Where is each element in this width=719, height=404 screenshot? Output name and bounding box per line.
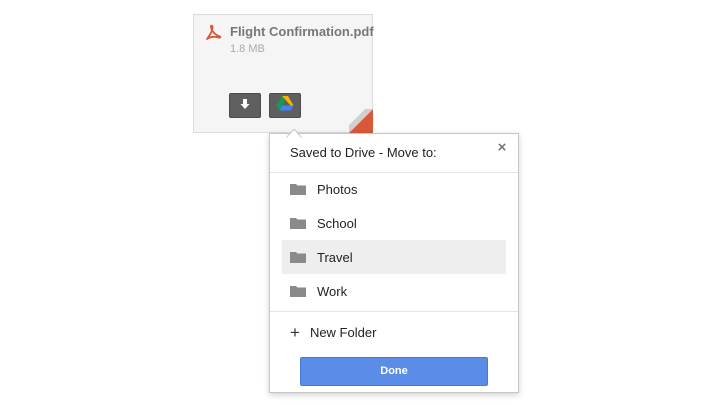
page-fold-corner xyxy=(349,109,373,133)
folder-item-photos[interactable]: Photos xyxy=(282,172,506,206)
done-button[interactable]: Done xyxy=(300,357,488,386)
pdf-icon xyxy=(204,24,222,42)
divider xyxy=(270,311,518,312)
folder-label: Photos xyxy=(317,181,358,197)
folder-label: Travel xyxy=(317,249,353,265)
save-to-drive-button[interactable] xyxy=(269,93,301,118)
folder-label: School xyxy=(317,215,357,231)
folder-list: Photos School Travel Work xyxy=(282,172,506,308)
download-icon xyxy=(239,97,251,115)
folder-icon xyxy=(290,183,306,195)
new-folder-button[interactable]: + New Folder xyxy=(290,322,376,342)
google-drive-icon xyxy=(276,95,294,116)
close-icon: × xyxy=(497,139,507,156)
folder-icon xyxy=(290,285,306,297)
folder-item-school[interactable]: School xyxy=(282,206,506,240)
close-button[interactable]: × xyxy=(494,140,510,156)
download-button[interactable] xyxy=(229,93,261,118)
attachment-card[interactable]: Flight Confirmation.pdf 1.8 MB xyxy=(193,14,374,133)
file-size: 1.8 MB xyxy=(230,43,265,55)
move-to-drive-popup: Saved to Drive - Move to: × Photos Schoo… xyxy=(269,128,519,393)
folder-icon xyxy=(290,251,306,263)
folder-label: Work xyxy=(317,283,348,299)
popup-title: Saved to Drive - Move to: xyxy=(290,145,437,160)
popup-arrow xyxy=(284,125,304,140)
plus-icon: + xyxy=(290,322,300,342)
file-name: Flight Confirmation.pdf xyxy=(230,24,374,39)
folder-item-work[interactable]: Work xyxy=(282,274,506,308)
new-folder-label: New Folder xyxy=(309,324,377,340)
folder-item-travel[interactable]: Travel xyxy=(282,240,506,274)
folder-icon xyxy=(290,217,306,229)
